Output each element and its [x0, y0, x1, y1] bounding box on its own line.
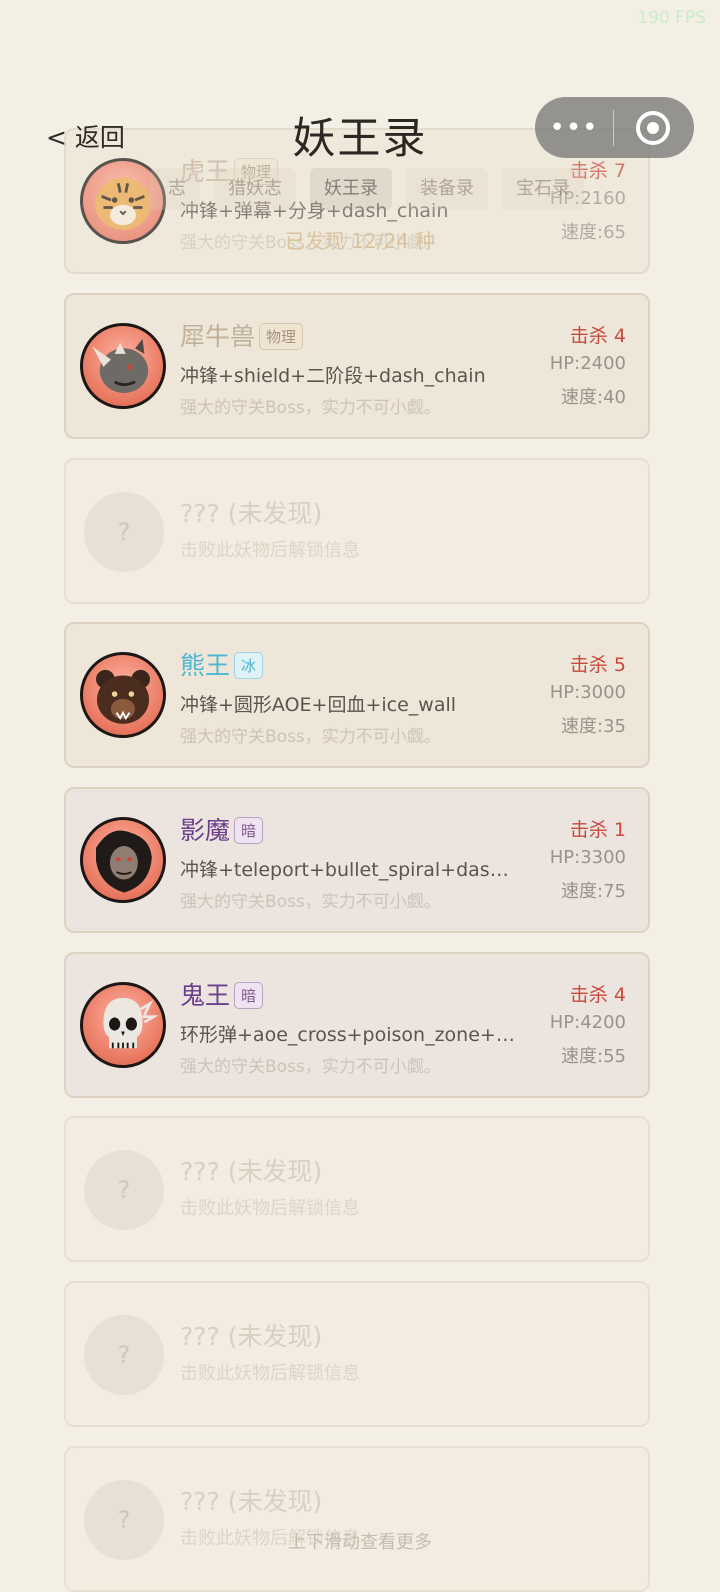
mini-program-capsule: ••• — [535, 97, 694, 158]
boss-desc: 强大的守关Boss，实力不可小觑。 — [180, 727, 441, 747]
locked-hint: 击败此妖物后解锁信息 — [180, 1198, 360, 1219]
kill-count: 击杀 4 — [569, 325, 626, 347]
hp-stat: HP:3000 — [549, 682, 626, 703]
unknown-avatar-icon: ? — [84, 492, 164, 572]
tab-equipment-log[interactable]: 装备录 — [406, 168, 488, 210]
speed-stat: 速度:35 — [561, 716, 626, 737]
kill-count: 击杀 1 — [569, 819, 626, 841]
locked-hint: 击败此妖物后解锁信息 — [180, 540, 360, 561]
hp-stat: HP:4200 — [549, 1012, 626, 1033]
shadow-demon-icon — [80, 817, 166, 903]
locked-title: ??? (未发现) — [180, 1157, 323, 1186]
type-badge: 冰 — [234, 652, 264, 679]
type-badge: 暗 — [234, 817, 264, 844]
more-menu-icon[interactable]: ••• — [535, 115, 613, 141]
locked-hint: 击败此妖物后解锁信息 — [180, 1363, 360, 1384]
scroll-hint: 上下滑动查看更多 — [288, 1532, 432, 1553]
locked-title: ??? (未发现) — [180, 1322, 323, 1351]
rhino-icon — [80, 323, 166, 409]
boss-card-rhino[interactable]: 犀牛兽 物理 冲锋+shield+二阶段+dash_chain 强大的守关Boss… — [64, 293, 650, 439]
boss-card-ghost-king[interactable]: 鬼王暗 环形弹+aoe_cross+poison_zone+mi... 强大的守… — [64, 952, 650, 1098]
locked-title: ??? (未发现) — [180, 1487, 323, 1516]
boss-name: 影魔暗 — [180, 811, 264, 847]
tab-gem-log[interactable]: 宝石录 — [502, 168, 584, 210]
locked-card: ? ??? (未发现) 击败此妖物后解锁信息 — [64, 1116, 650, 1262]
boss-desc: 强大的守关Boss，实力不可小觑。 — [180, 892, 441, 912]
hp-stat: HP:3300 — [549, 847, 626, 868]
locked-card: ? ??? (未发现) 击败此妖物后解锁信息 — [64, 458, 650, 604]
kill-count: 击杀 4 — [569, 984, 626, 1006]
boss-name: 犀牛兽 物理 — [180, 317, 304, 353]
hp-stat: HP:2400 — [549, 353, 626, 374]
locked-card: ? ??? (未发现) 击败此妖物后解锁信息 — [64, 1446, 650, 1592]
kill-count: 击杀 5 — [569, 654, 626, 676]
unknown-avatar-icon: ? — [84, 1150, 164, 1230]
speed-stat: 速度:75 — [561, 881, 626, 902]
tab-demon-king-log[interactable]: 妖王录 — [310, 168, 392, 210]
boss-desc: 强大的守关Boss，实力不可小觑。 — [180, 398, 441, 418]
discovered-count: 已发现 12/24 种 — [284, 229, 436, 253]
fps-counter: 190 FPS — [637, 8, 706, 28]
boss-skills: 冲锋+teleport+bullet_spiral+dash_... — [180, 859, 520, 881]
boss-skills: 冲锋+shield+二阶段+dash_chain — [180, 365, 486, 387]
locked-title: ??? (未发现) — [180, 499, 323, 528]
close-target-icon[interactable] — [614, 110, 692, 145]
boss-card-bear[interactable]: 熊王冰 冲锋+圆形AOE+回血+ice_wall 强大的守关Boss，实力不可小… — [64, 622, 650, 768]
unknown-avatar-icon: ? — [84, 1315, 164, 1395]
tab-hunter-log[interactable]: 猎妖志 — [214, 168, 296, 210]
tab-zhi[interactable]: 志 — [150, 168, 200, 210]
type-badge: 暗 — [234, 982, 264, 1009]
boss-name: 熊王冰 — [180, 646, 264, 682]
boss-skills: 环形弹+aoe_cross+poison_zone+mi... — [180, 1024, 520, 1046]
boss-desc: 强大的守关Boss，实力不可小觑。 — [180, 1057, 441, 1077]
speed-stat: 速度:55 — [561, 1046, 626, 1067]
boss-card-shadow-demon[interactable]: 影魔暗 冲锋+teleport+bullet_spiral+dash_... 强… — [64, 787, 650, 933]
locked-card: ? ??? (未发现) 击败此妖物后解锁信息 — [64, 1281, 650, 1427]
skull-icon — [80, 982, 166, 1068]
boss-name: 鬼王暗 — [180, 976, 264, 1012]
speed-stat: 速度:40 — [561, 387, 626, 408]
type-badge: 物理 — [259, 323, 304, 350]
category-tabs: 志 猎妖志 妖王录 装备录 宝石录 — [150, 168, 584, 210]
bear-icon — [80, 652, 166, 738]
boss-skills: 冲锋+圆形AOE+回血+ice_wall — [180, 694, 457, 716]
